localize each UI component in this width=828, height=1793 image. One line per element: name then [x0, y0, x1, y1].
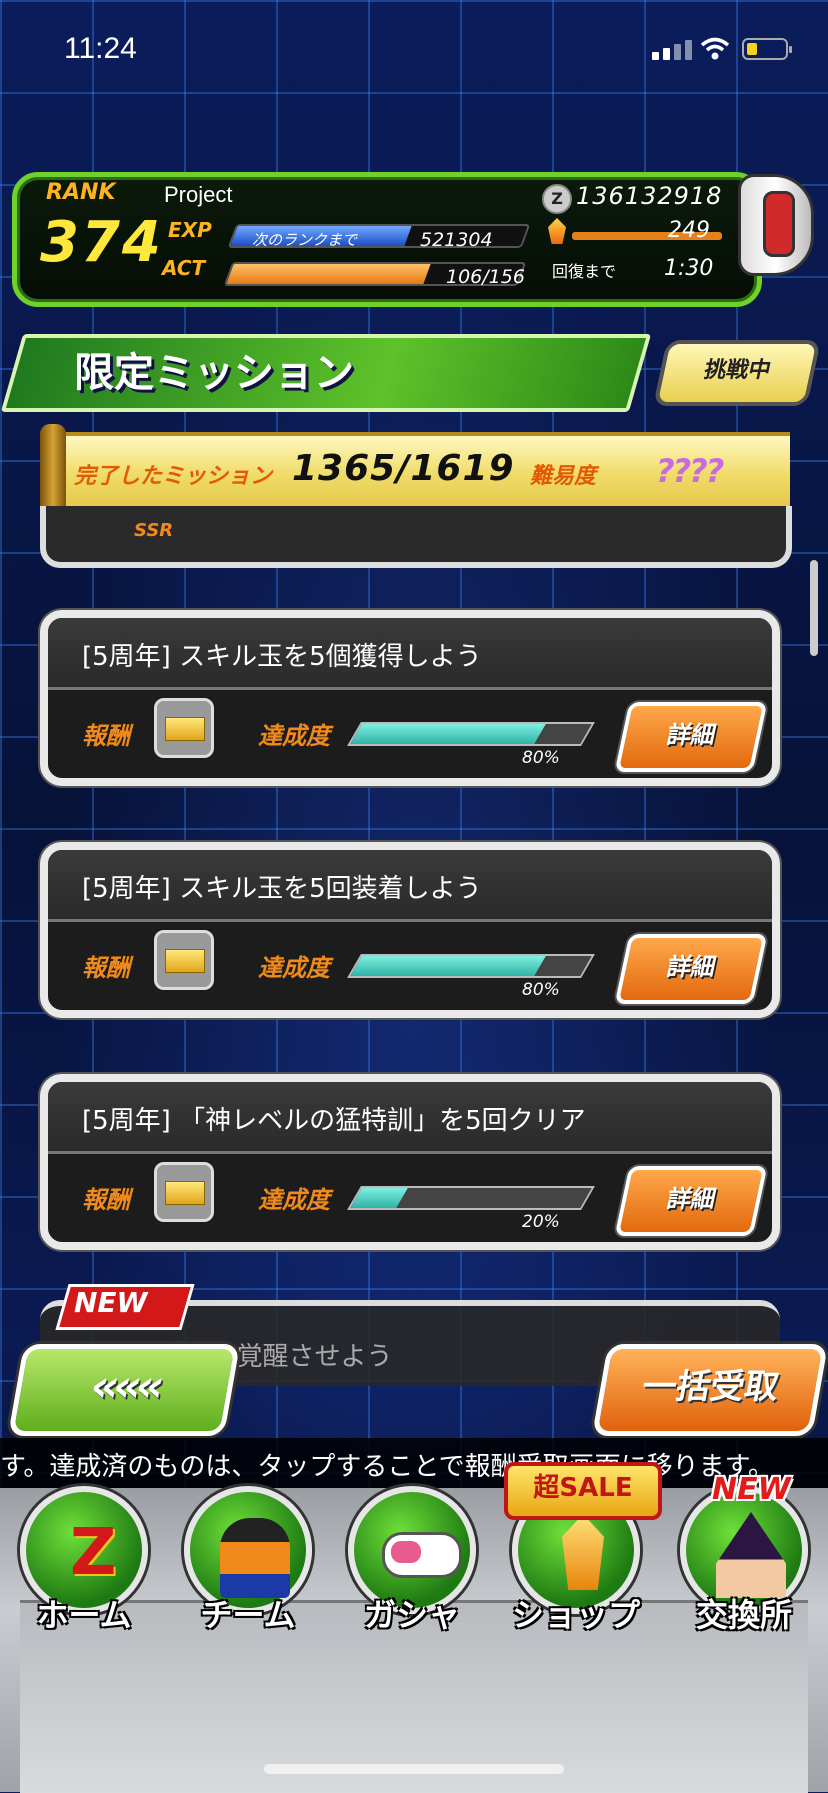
- ssr-badge: SSR: [134, 520, 174, 541]
- ticket-icon[interactable]: [154, 1162, 214, 1222]
- difficulty-label: 難易度: [530, 464, 597, 489]
- rank-label: RANK: [46, 180, 116, 205]
- completed-count: 1365/1619: [292, 448, 515, 489]
- mission-title-bar: [5周年] 「神レベルの猛特訓」を5回クリア: [48, 1082, 772, 1154]
- progress-percent: 80%: [522, 748, 560, 768]
- nav-team-label: チーム: [200, 1596, 296, 1634]
- ticket-icon[interactable]: [154, 698, 214, 758]
- mission-title-bar: [5周年] スキル玉を5個獲得しよう: [48, 618, 772, 690]
- detail-button[interactable]: 詳細: [614, 702, 768, 772]
- recover-time: 1:30: [664, 256, 714, 281]
- team-icon: [220, 1518, 290, 1598]
- page-title: 限定ミッション: [74, 350, 354, 396]
- nav-gacha[interactable]: ガシャ: [340, 1486, 484, 1646]
- rank-value: 374: [40, 210, 163, 275]
- progress-bar: [347, 954, 595, 978]
- new-badge-label: NEW: [74, 1286, 148, 1319]
- wifi-icon: [700, 37, 730, 60]
- battery-icon: [742, 38, 792, 60]
- dragonball-z-icon: Z: [70, 1516, 117, 1590]
- crystal-icon: [562, 1514, 604, 1590]
- nav-home[interactable]: Z ホーム: [12, 1486, 156, 1646]
- completed-label: 完了したミッション: [74, 464, 273, 489]
- exp-remaining: 521304: [420, 229, 493, 251]
- scrollbar[interactable]: [810, 560, 818, 656]
- nav-exchange-label: 交換所: [695, 1596, 792, 1634]
- z-coin-icon: Z: [542, 184, 572, 214]
- signal-icon: [652, 40, 692, 60]
- scouter-menu-button[interactable]: [738, 174, 814, 276]
- mission-title: [5周年] スキル玉を5回装着しよう: [82, 874, 482, 904]
- recover-label: 回復まで: [552, 262, 617, 281]
- challenge-status-button[interactable]: 挑戦中: [652, 340, 822, 406]
- progress-bar: [347, 1186, 595, 1210]
- nav-exchange[interactable]: 交換所: [672, 1486, 816, 1646]
- player-name: Project: [164, 182, 233, 207]
- mission-card[interactable]: [5周年] スキル玉を5個獲得しよう 報酬 達成度 80% 詳細: [40, 610, 780, 786]
- exp-next-label: 次のランクまで: [252, 231, 358, 249]
- progress-label: 達成度: [258, 1186, 330, 1214]
- zeni-amount: 136132918: [576, 182, 723, 210]
- back-button[interactable]: «««: [7, 1344, 241, 1436]
- progress-label: 達成度: [258, 954, 330, 982]
- nav-shop-label: ショップ: [511, 1596, 640, 1634]
- nav-home-label: ホーム: [36, 1596, 132, 1634]
- progress-percent: 20%: [522, 1212, 560, 1232]
- mission-title: [5周年] 「神レベルの猛特訓」を5回クリア: [82, 1106, 586, 1136]
- witch-icon: [716, 1512, 786, 1598]
- detail-button[interactable]: 詳細: [614, 1166, 768, 1236]
- home-indicator[interactable]: [264, 1764, 564, 1774]
- mission-title: [5周年] スキル玉を5個獲得しよう: [82, 642, 482, 672]
- mission-card[interactable]: [5周年] 「神レベルの猛特訓」を5回クリア 報酬 達成度 20% 詳細: [40, 1074, 780, 1250]
- scroll-roll-icon: [40, 424, 66, 518]
- act-label: ACT: [162, 256, 206, 280]
- difficulty-value: ????: [656, 452, 724, 490]
- reward-label: 報酬: [82, 722, 130, 750]
- exp-label: EXP: [168, 218, 212, 242]
- dragon-stone-count: 249: [668, 218, 710, 243]
- nav-gacha-label: ガシャ: [363, 1596, 460, 1634]
- progress-label: 達成度: [258, 722, 330, 750]
- progress-percent: 80%: [522, 980, 560, 1000]
- new-badge: NEW: [712, 1472, 791, 1507]
- reward-label: 報酬: [82, 1186, 130, 1214]
- detail-button[interactable]: 詳細: [614, 934, 768, 1004]
- reward-label: 報酬: [82, 954, 130, 982]
- capsule-icon: [382, 1532, 462, 1578]
- act-value: 106/156: [446, 266, 525, 288]
- sale-badge: 超SALE: [504, 1462, 662, 1520]
- clock: 11:24: [64, 32, 137, 65]
- nav-team[interactable]: チーム: [176, 1486, 320, 1646]
- ticket-icon[interactable]: [154, 930, 214, 990]
- info-ticker: す。達成済のものは、タップすることで報酬受取画面に移ります。: [0, 1438, 828, 1488]
- mission-title-bar: [5周年] スキル玉を5回装着しよう: [48, 850, 772, 922]
- progress-bar: [347, 722, 595, 746]
- mission-card[interactable]: [5周年] スキル玉を5回装着しよう 報酬 達成度 80% 詳細: [40, 842, 780, 1018]
- bulk-receive-button[interactable]: 一括受取: [591, 1344, 828, 1436]
